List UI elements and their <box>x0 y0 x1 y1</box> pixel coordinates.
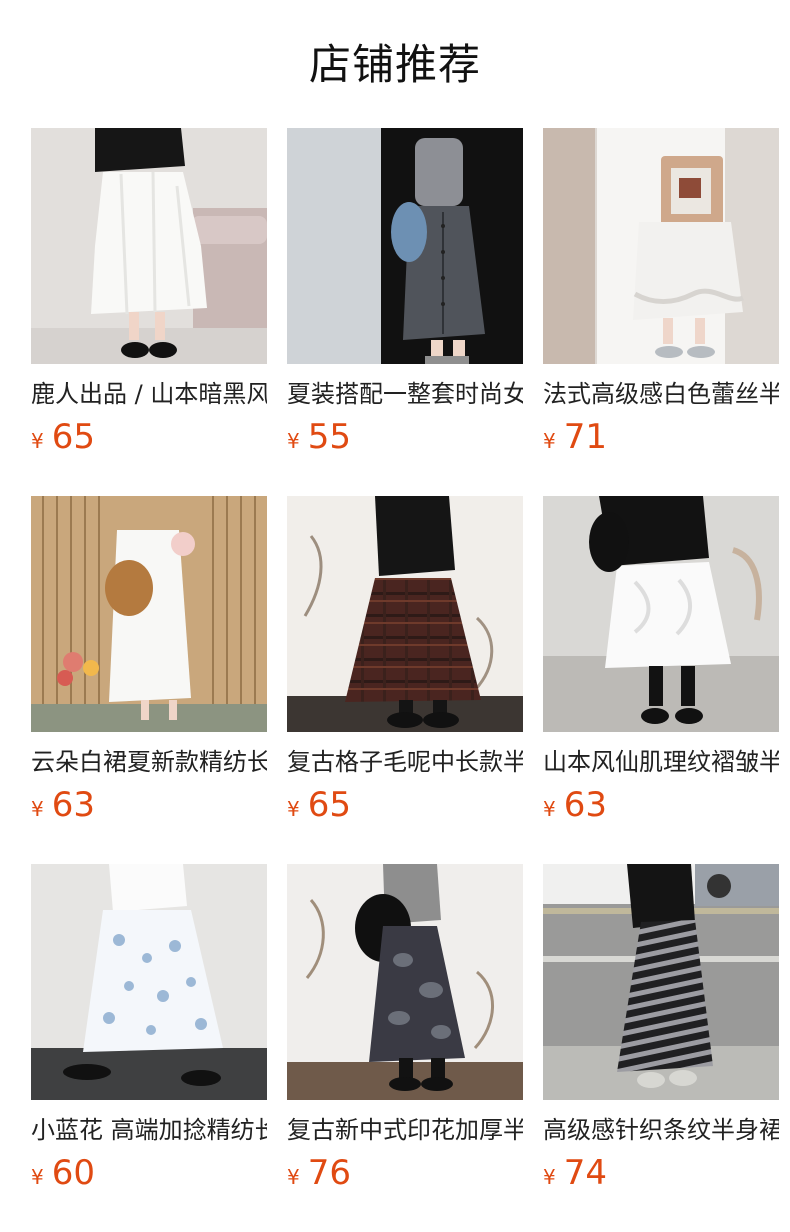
currency-symbol: ¥ <box>543 429 556 453</box>
product-name[interactable]: 小蓝花 高端加捻精纺长裙 <box>31 1114 267 1146</box>
product-card[interactable]: 云朵白裙夏新款精纺长裙 ¥ 63 <box>31 496 267 864</box>
price-value: 65 <box>51 417 95 457</box>
currency-symbol: ¥ <box>287 1165 300 1189</box>
currency-symbol: ¥ <box>31 429 44 453</box>
price-value: 60 <box>51 1153 95 1193</box>
product-card[interactable]: 夏装搭配一整套时尚女装 ¥ 55 <box>287 128 523 496</box>
product-name[interactable]: 云朵白裙夏新款精纺长裙 <box>31 746 267 778</box>
product-name[interactable]: 鹿人出品 / 山本暗黑风 <box>31 378 267 410</box>
product-name[interactable]: 法式高级感白色蕾丝半身裙 <box>543 378 779 410</box>
product-name[interactable]: 复古格子毛呢中长款半身裙 <box>287 746 523 778</box>
product-price: ¥ 63 <box>543 786 779 824</box>
currency-symbol: ¥ <box>543 1165 556 1189</box>
price-value: 63 <box>51 785 95 825</box>
currency-symbol: ¥ <box>31 797 44 821</box>
product-name[interactable]: 复古新中式印花加厚半身裙 <box>287 1114 523 1146</box>
product-image[interactable] <box>287 128 523 364</box>
price-value: 71 <box>563 417 607 457</box>
product-image[interactable] <box>543 496 779 732</box>
product-name[interactable]: 高级感针织条纹半身裙 <box>543 1114 779 1146</box>
product-name[interactable]: 山本风仙肌理纹褶皱半身裙 <box>543 746 779 778</box>
product-image[interactable] <box>31 864 267 1100</box>
product-card[interactable]: 山本风仙肌理纹褶皱半身裙 ¥ 63 <box>543 496 779 864</box>
currency-symbol: ¥ <box>287 429 300 453</box>
price-value: 74 <box>563 1153 607 1193</box>
product-grid: 鹿人出品 / 山本暗黑风 ¥ 65 夏装搭配一整套时尚女 ¥ 55 法式高级感白… <box>31 128 790 1232</box>
product-price: ¥ 65 <box>31 418 267 456</box>
product-price: ¥ 65 <box>287 786 523 824</box>
product-image[interactable] <box>287 496 523 732</box>
product-image[interactable] <box>543 128 779 364</box>
product-image[interactable] <box>31 128 267 364</box>
price-value: 76 <box>307 1153 351 1193</box>
product-name[interactable]: 夏装搭配一整套时尚女装 <box>287 378 523 410</box>
product-price: ¥ 63 <box>31 786 267 824</box>
currency-symbol: ¥ <box>31 1165 44 1189</box>
product-price: ¥ 55 <box>287 418 523 456</box>
shop-recommendation-header: 店铺推荐 <box>0 0 790 128</box>
price-value: 55 <box>307 417 351 457</box>
product-image[interactable] <box>543 864 779 1100</box>
product-card[interactable]: 鹿人出品 / 山本暗黑风 ¥ 65 <box>31 128 267 496</box>
product-card[interactable]: 法式高级感白色蕾丝半身裙 ¥ 71 <box>543 128 779 496</box>
product-card[interactable]: 小蓝花 高端加捻精纺长裙 ¥ 60 <box>31 864 267 1232</box>
price-value: 65 <box>307 785 351 825</box>
product-card[interactable]: 复古新中式印花加厚半身裙 ¥ 76 <box>287 864 523 1232</box>
product-price: ¥ 71 <box>543 418 779 456</box>
currency-symbol: ¥ <box>287 797 300 821</box>
product-price: ¥ 74 <box>543 1154 779 1192</box>
product-price: ¥ 76 <box>287 1154 523 1192</box>
product-card[interactable]: 复古格子毛呢中长款半身裙 ¥ 65 <box>287 496 523 864</box>
product-price: ¥ 60 <box>31 1154 267 1192</box>
product-image[interactable] <box>31 496 267 732</box>
product-image[interactable] <box>287 864 523 1100</box>
price-value: 63 <box>563 785 607 825</box>
currency-symbol: ¥ <box>543 797 556 821</box>
page-title: 店铺推荐 <box>308 40 481 89</box>
product-card[interactable]: 高级感针织条纹半身裙 ¥ 74 <box>543 864 779 1232</box>
